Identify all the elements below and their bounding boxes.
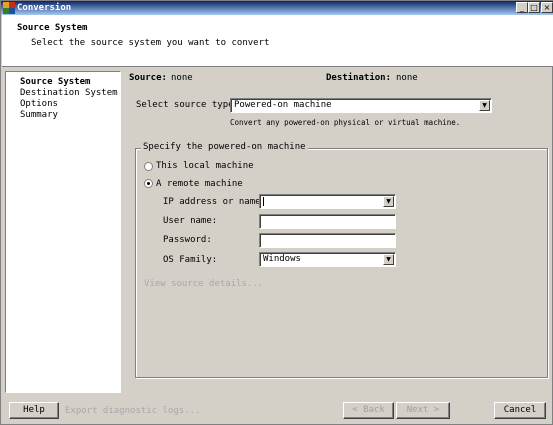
radio-local-label[interactable]: This local machine <box>156 161 254 172</box>
destination-value: none <box>396 73 418 83</box>
source-type-help: Convert any powered-on physical or virtu… <box>230 118 461 127</box>
radio-remote-label[interactable]: A remote machine <box>156 179 243 190</box>
help-button[interactable]: Help <box>9 402 59 419</box>
password-label: Password: <box>163 235 212 245</box>
main-panel: Source: none Destination: none Select so… <box>123 71 549 393</box>
wizard-steps-nav: Source System Destination System Options… <box>5 71 121 393</box>
chevron-down-icon[interactable]: ▼ <box>383 196 394 207</box>
ip-address-combobox[interactable]: ▼ <box>259 194 396 209</box>
nav-item-summary[interactable]: Summary <box>20 110 58 120</box>
minimize-button[interactable]: _ <box>516 2 528 13</box>
chevron-down-icon[interactable]: ▼ <box>383 254 394 265</box>
nav-item-destination-system[interactable]: Destination System <box>20 88 118 98</box>
os-family-label: OS Family: <box>163 255 218 265</box>
password-field[interactable] <box>259 233 396 248</box>
cancel-button[interactable]: Cancel <box>494 402 546 419</box>
text-cursor <box>263 197 264 206</box>
window-title: Conversion <box>17 3 72 13</box>
radio-local-machine[interactable] <box>144 162 153 171</box>
conversion-window: Conversion _ □ × Source System Select th… <box>0 0 553 425</box>
source-type-select[interactable]: Powered-on machine ▼ <box>230 98 492 113</box>
user-name-field[interactable] <box>259 214 396 229</box>
page-subtitle: Select the source system you want to con… <box>31 38 270 48</box>
os-family-select[interactable]: Windows ▼ <box>259 252 396 267</box>
source-label: Source: <box>129 73 167 83</box>
page-title: Source System <box>17 23 88 33</box>
page-header: Source System Select the source system y… <box>2 15 553 67</box>
app-icon <box>3 2 15 14</box>
view-source-details-link[interactable]: View source details... <box>144 279 263 290</box>
group-title: Specify the powered-on machine <box>141 142 308 153</box>
ip-label: IP address or name: <box>163 197 266 207</box>
source-value: none <box>171 73 193 83</box>
maximize-button[interactable]: □ <box>528 2 540 13</box>
radio-remote-machine[interactable] <box>144 179 153 188</box>
source-type-label: Select source type: <box>136 100 239 110</box>
nav-item-options[interactable]: Options <box>20 99 58 109</box>
close-button[interactable]: × <box>541 2 553 13</box>
os-family-value: Windows <box>263 254 301 264</box>
destination-label: Destination: <box>326 73 392 83</box>
user-name-label: User name: <box>163 216 218 226</box>
back-button[interactable]: < Back <box>343 402 394 419</box>
title-bar[interactable]: Conversion _ □ × <box>1 1 553 15</box>
next-button[interactable]: Next > <box>396 402 450 419</box>
chevron-down-icon[interactable]: ▼ <box>479 100 490 111</box>
nav-item-source-system[interactable]: Source System <box>20 77 90 87</box>
export-diagnostic-logs-link[interactable]: Export diagnostic logs... <box>65 406 200 417</box>
source-type-value: Powered-on machine <box>234 100 332 110</box>
radio-selected-dot <box>147 182 150 185</box>
